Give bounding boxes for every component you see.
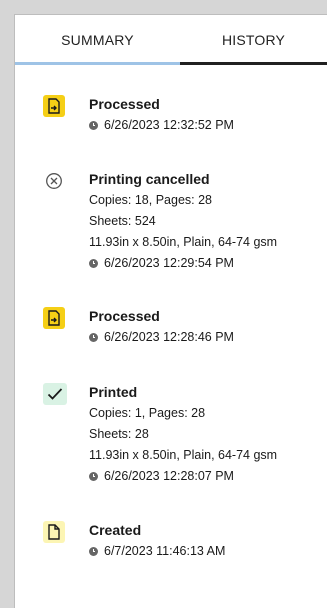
entry-detail: 11.93in x 8.50in, Plain, 64-74 gsm — [89, 448, 278, 462]
tab-summary[interactable]: SUMMARY — [15, 15, 180, 65]
entry-detail: Copies: 18, Pages: 28 — [89, 193, 212, 207]
cancel-circle-icon — [43, 170, 65, 192]
entry-detail: Sheets: 524 — [89, 214, 156, 228]
entry-detail: 11.93in x 8.50in, Plain, 64-74 gsm — [89, 235, 278, 249]
entry-title: Created — [89, 522, 142, 538]
entry-title: Processed — [89, 308, 160, 324]
processed-document-icon — [43, 307, 65, 329]
checkmark-icon — [43, 383, 67, 405]
entry-title: Processed — [89, 96, 160, 112]
job-details-panel: SUMMARY HISTORY Processed 6/26/2023 12:3… — [14, 14, 327, 608]
entry-timestamp: 6/26/2023 12:32:52 PM — [89, 115, 323, 136]
tab-bar: SUMMARY HISTORY — [15, 15, 327, 65]
clock-icon — [89, 333, 98, 342]
document-icon — [43, 521, 65, 543]
tab-summary-underline — [15, 62, 180, 65]
processed-document-icon — [43, 95, 65, 117]
tab-history-label: HISTORY — [221, 32, 286, 48]
entry-detail: Sheets: 28 — [89, 427, 149, 441]
clock-icon — [89, 121, 98, 130]
entry-timestamp: 6/7/2023 11:46:13 AM — [89, 541, 323, 562]
tab-history-underline — [180, 62, 327, 65]
entry-detail: Copies: 1, Pages: 28 — [89, 406, 206, 420]
entry-timestamp: 6/26/2023 12:28:46 PM — [89, 327, 323, 348]
entry-timestamp: 6/26/2023 12:28:07 PM — [89, 466, 323, 487]
entry-timestamp: 6/26/2023 12:29:54 PM — [89, 253, 323, 274]
tab-history[interactable]: HISTORY — [180, 15, 327, 65]
entry-title: Printing cancelled — [89, 171, 210, 187]
tab-summary-label: SUMMARY — [61, 32, 134, 48]
clock-icon — [89, 547, 98, 556]
entry-title: Printed — [89, 384, 138, 400]
clock-icon — [89, 259, 98, 268]
clock-icon — [89, 472, 98, 481]
